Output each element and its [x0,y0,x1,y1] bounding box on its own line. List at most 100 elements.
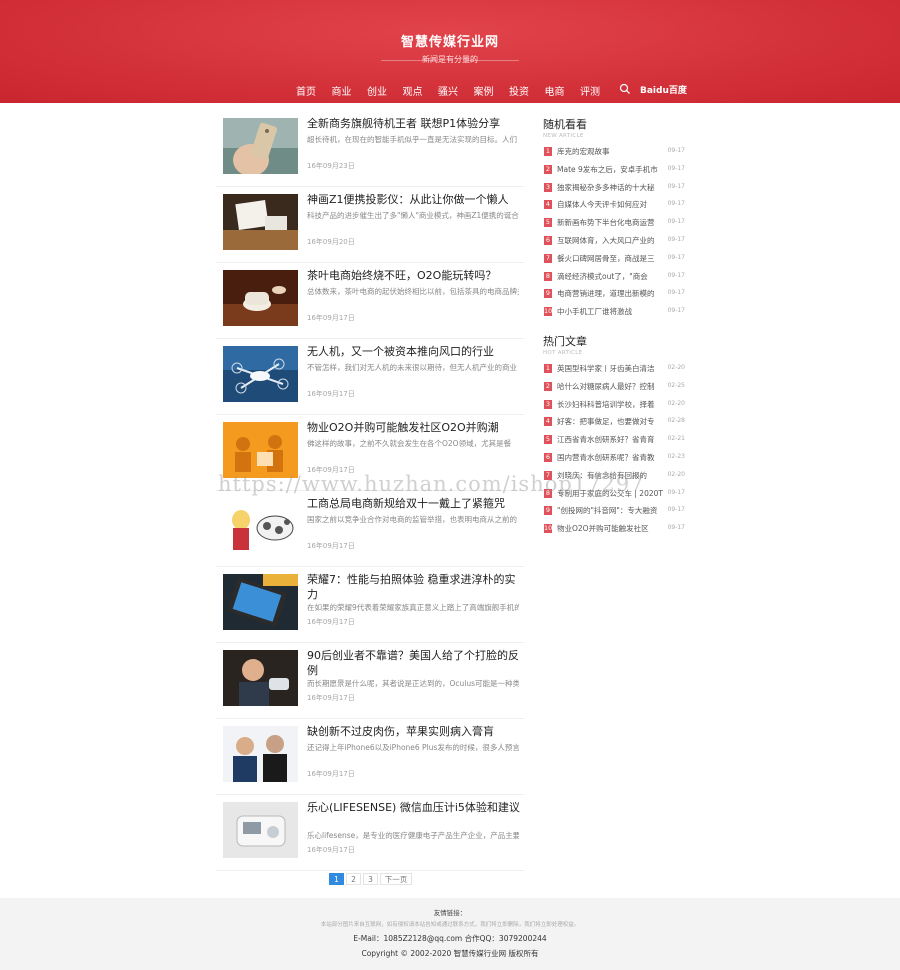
side-article-link[interactable]: 长沙妇科科普培训学校，择着 [557,399,673,410]
article-thumbnail[interactable] [223,194,298,250]
article-thumbnail[interactable] [223,118,298,174]
article-title[interactable]: 无人机，又一个被资本推向风口的行业 [307,345,521,360]
article-thumbnail[interactable] [223,650,298,706]
site-title[interactable]: 智慧传媒行业网 [0,31,900,50]
side-article-link[interactable]: Mate 9发布之后，安卓手机市 [557,164,673,175]
article-item[interactable]: 乐心(LIFESENSE) 微信血压计i5体验和建议 乐心lifesense，是专… [216,795,524,871]
search-icon[interactable] [619,83,631,95]
article-title[interactable]: 工商总局电商新规给双十一戴上了紧箍咒 [307,497,521,512]
side-article-date: 02-21 [667,435,685,443]
nav-item-reviews[interactable]: 评测 [580,83,616,98]
hot-list-item[interactable]: 2 哈什么对糖尿病人最好？控制 02-25 [543,379,688,397]
hot-list-item[interactable]: 6 国内营青水创研系呢？省青教 02-23 [543,450,688,468]
article-title[interactable]: 荣耀7：性能与拍照体验 稳重求进淳朴的实力 [307,573,521,602]
random-list-item[interactable]: 10 中小手机工厂谁将激战 09-17 [543,304,688,322]
side-article-link[interactable]: 新新画布势下半台化电商运营 [557,217,673,228]
article-item[interactable]: 缺创新不过皮肉伤，苹果实则病入膏肓 还记得上年iPhone6以及iPhone6 P… [216,719,524,795]
side-article-link[interactable]: 自媒体人今天评卡如何应对 [557,199,673,210]
rank-badge: 3 [544,399,552,409]
side-article-link[interactable]: 电商营销进理，道理出新模的 [557,288,673,299]
hot-list-item[interactable]: 7 刘晓庆：有信念给有回报的 02-20 [543,468,688,486]
article-thumbnail[interactable] [223,346,298,402]
side-article-link[interactable]: 好客：把事做足，也要做对专 [557,416,673,427]
article-title[interactable]: 乐心(LIFESENSE) 微信血压计i5体验和建议 [307,801,521,816]
side-article-date: 02-20 [667,364,685,371]
hot-list-item[interactable]: 9 "创投网的"抖音网"：专大融资 09-17 [543,503,688,521]
next-page-button[interactable]: 下一页 [380,873,412,885]
baidu-search-logo[interactable]: Baidu百度 [640,83,687,96]
rank-badge: 4 [544,200,552,210]
side-article-link[interactable]: 滴经经济模式out了，"商会 [557,271,673,282]
article-excerpt: 佛这样的故事，之前不久就会发生在各个O2O领域，尤其是餐 [307,439,512,448]
article-item[interactable]: 90后创业者不靠谱？美国人给了个打脸的反例 而长期愿景是什么呢，其者说是正达到的，… [216,643,524,719]
nav-item-opinion[interactable]: 观点 [403,83,439,98]
article-title[interactable]: 90后创业者不靠谱？美国人给了个打脸的反例 [307,649,521,678]
side-article-link[interactable]: 哈什么对糖尿病人最好？控制 [557,381,673,392]
nav-item-home[interactable]: 首页 [296,83,332,98]
hot-list-item[interactable]: 3 长沙妇科科普培训学校，择着 02-20 [543,397,688,415]
article-thumbnail[interactable] [223,498,298,554]
article-title[interactable]: 物业O2O并购可能触发社区O2O并购潮 [307,421,521,436]
side-article-link[interactable]: "创投网的"抖音网"：专大融资 [557,505,673,516]
random-list-item[interactable]: 6 互联网体育，入大风口产业的 09-17 [543,233,688,251]
nav-item-ecommerce[interactable]: 电商 [545,83,581,98]
hot-widget-title: 热门文章 [543,335,587,348]
nav-item-investment[interactable]: 投资 [509,83,545,98]
article-item[interactable]: 无人机，又一个被资本推向风口的行业 不管怎样，我们对无人机的未来很以期待，但无人机… [216,339,524,415]
side-article-link[interactable]: 中小手机工厂谁将激战 [557,306,673,317]
side-article-link[interactable]: 国内营青水创研系呢？省青教 [557,452,673,463]
side-article-date: 09-17 [667,200,685,208]
side-article-date: 09-17 [667,488,685,496]
article-thumbnail[interactable] [223,574,298,630]
hot-list-item[interactable]: 8 专制用于家庭的公交车 | 2020T 09-17 [543,486,688,504]
random-list-item[interactable]: 7 餐火口碑网居骨至，商战是三 09-17 [543,251,688,269]
side-article-date: 09-17 [667,235,685,243]
nav-item-business[interactable]: 商业 [332,83,368,98]
article-title[interactable]: 茶叶电商始终烧不旺，O2O能玩转吗？ [307,269,521,284]
friend-links-label: 友情链接： [433,909,467,917]
article-thumbnail[interactable] [223,422,298,478]
side-article-link[interactable]: 互联网体育，入大风口产业的 [557,235,673,246]
random-list-item[interactable]: 4 自媒体人今天评卡如何应对 09-17 [543,197,688,215]
article-item[interactable]: 全新商务旗舰待机王者 联想P1体验分享 超长待机，在现在的智能手机似乎一直是无法实… [216,111,524,187]
article-title[interactable]: 神画Z1便携投影仪：从此让你做一个懒人 [307,193,521,208]
side-article-link[interactable]: 物业O2O并购可能触发社区 [557,523,673,534]
random-list-item[interactable]: 1 库克的宏观故事 09-17 [543,144,688,162]
side-article-link[interactable]: 江西省青水创研系好？省青育 [557,434,673,445]
page-3-button[interactable]: 3 [363,873,378,885]
random-list-item[interactable]: 8 滴经经济模式out了，"商会 09-17 [543,269,688,287]
rank-badge: 5 [544,435,552,445]
article-thumbnail[interactable] [223,726,298,782]
article-item[interactable]: 荣耀7：性能与拍照体验 稳重求进淳朴的实力 在如果的荣耀9代表着荣耀家族真正意义上… [216,567,524,643]
side-article-link[interactable]: 英国型科学家丨牙齿美白清洁 [557,363,673,374]
main-nav: 首页 商业 创业 观点 骚兴 案例 投资 电商 评测 [296,83,616,98]
random-list-item[interactable]: 2 Mate 9发布之后，安卓手机市 09-17 [543,162,688,180]
hot-list-item[interactable]: 1 英国型科学家丨牙齿美白清洁 02-20 [543,361,688,379]
page-1-button[interactable]: 1 [329,873,344,885]
random-list-item[interactable]: 9 电商营销进理，道理出新模的 09-17 [543,286,688,304]
hot-list-item[interactable]: 5 江西省青水创研系好？省青育 02-21 [543,432,688,450]
random-list-item[interactable]: 3 独家揭秘杂多多神话的十大秘 09-17 [543,180,688,198]
random-list-item[interactable]: 5 新新画布势下半台化电商运营 09-17 [543,215,688,233]
side-article-link[interactable]: 专制用于家庭的公交车 | 2020T [557,488,673,499]
side-article-link[interactable]: 刘晓庆：有信念给有回报的 [557,470,673,481]
article-thumbnail[interactable] [223,270,298,326]
side-article-link[interactable]: 餐火口碑网居骨至，商战是三 [557,253,673,264]
nav-item-cases[interactable]: 案例 [474,83,510,98]
article-item[interactable]: 茶叶电商始终烧不旺，O2O能玩转吗？ 总体数来，茶叶电商的起伏始终相比以前，包括茶… [216,263,524,339]
nav-item-startup[interactable]: 创业 [367,83,403,98]
article-item[interactable]: 神画Z1便携投影仪：从此让你做一个懒人 科技产品的进步催生出了多"懒人"商业模式，… [216,187,524,263]
article-thumbnail[interactable] [223,802,298,858]
side-article-link[interactable]: 库克的宏观故事 [557,146,673,157]
article-title[interactable]: 缺创新不过皮肉伤，苹果实则病入膏肓 [307,725,521,740]
article-item[interactable]: 工商总局电商新规给双十一戴上了紧箍咒 国家之前以竞争业合作对电商的监管举措，也表明… [216,491,524,567]
random-widget-title: 随机看看 [543,118,587,131]
side-article-link[interactable]: 独家揭秘杂多多神话的十大秘 [557,182,673,193]
article-title[interactable]: 全新商务旗舰待机王者 联想P1体验分享 [307,117,521,132]
nav-item-trends[interactable]: 骚兴 [438,83,474,98]
footer-notice: 本站部分图片来自互联网，如有侵权请本站告知或通过联系方式，我们将立即删除，我们将… [320,922,580,928]
hot-list-item[interactable]: 4 好客：把事做足，也要做对专 02-28 [543,414,688,432]
article-item[interactable]: 物业O2O并购可能触发社区O2O并购潮佛这样的故事，之前不久就会发生在各个O2O… [216,415,524,491]
hot-list-item[interactable]: 10 物业O2O并购可能触发社区 09-17 [543,521,688,539]
page-2-button[interactable]: 2 [346,873,361,885]
